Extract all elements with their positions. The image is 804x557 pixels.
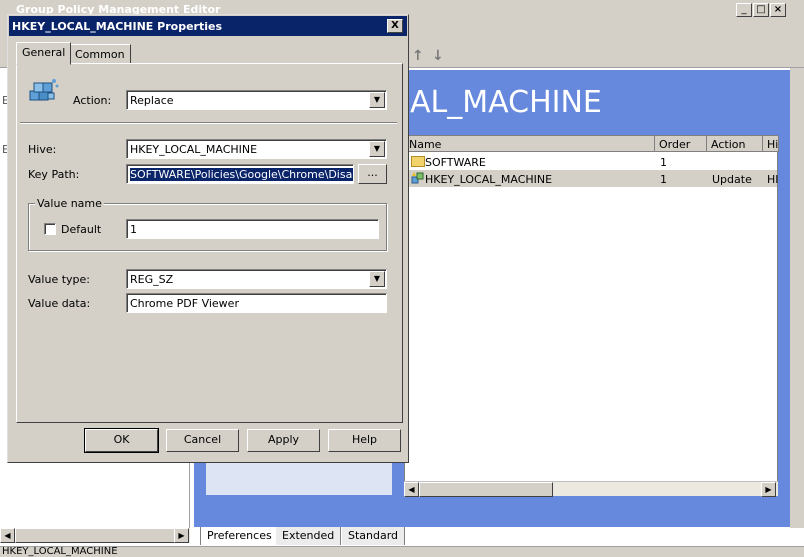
scroll-left-icon[interactable]: ◀: [0, 528, 15, 543]
status-bar: [0, 546, 804, 557]
hive-select[interactable]: HKEY_LOCAL_MACHINE ▼: [126, 139, 387, 159]
value-name-group-label: Value name: [35, 197, 104, 210]
tab-common[interactable]: Common: [69, 44, 131, 64]
column-header-action[interactable]: Action: [707, 136, 763, 152]
help-button[interactable]: Help: [328, 429, 401, 452]
list-item-order: 1: [660, 156, 667, 169]
move-down-icon[interactable]: ↓: [432, 48, 444, 64]
details-heading: AL_MACHINE: [410, 85, 602, 120]
browse-button[interactable]: ...: [358, 164, 387, 184]
value-data-label: Value data:: [28, 297, 91, 310]
move-up-icon[interactable]: ↑: [412, 48, 424, 64]
list-horizontal-scrollbar[interactable]: ◀ ▶: [404, 481, 778, 497]
list-item-order: 1: [660, 173, 667, 186]
scroll-left-icon[interactable]: ◀: [404, 482, 419, 497]
window-close-icon[interactable]: ×: [770, 3, 786, 17]
tab-standard[interactable]: Standard: [342, 527, 406, 545]
maximize-icon[interactable]: □: [753, 3, 769, 17]
dialog-title-bar: HKEY_LOCAL_MACHINE Properties X: [9, 16, 407, 36]
keypath-label: Key Path:: [28, 168, 80, 181]
dropdown-arrow-icon[interactable]: ▼: [369, 92, 385, 108]
separator: [20, 122, 397, 124]
value-data-input[interactable]: Chrome PDF Viewer: [126, 293, 387, 313]
registry-item-icon: [411, 172, 424, 184]
keypath-value: SOFTWARE\Policies\Google\Chrome\Disabled…: [130, 168, 353, 181]
scroll-right-icon[interactable]: ▶: [761, 482, 776, 497]
properties-dialog: HKEY_LOCAL_MACHINE Properties X General …: [7, 14, 409, 463]
action-label: Action:: [73, 94, 112, 107]
tab-extended[interactable]: Extended: [276, 527, 342, 545]
value-type-label: Value type:: [28, 273, 90, 286]
column-header-hive[interactable]: Hi: [763, 136, 779, 152]
list-item-action: Update: [712, 173, 752, 186]
registry-list: Name Order Action Hi SOFTWARE 1 HKEY_LOC…: [404, 135, 779, 495]
ok-button[interactable]: OK: [84, 428, 159, 453]
value-data-value: Chrome PDF Viewer: [130, 297, 239, 310]
default-label: Default: [61, 223, 102, 236]
column-header-name[interactable]: Name: [405, 136, 655, 152]
cancel-button[interactable]: Cancel: [166, 429, 239, 452]
value-type-select[interactable]: REG_SZ ▼: [126, 269, 387, 289]
dialog-title: HKEY_LOCAL_MACHINE Properties: [12, 20, 222, 33]
tab-general[interactable]: General: [16, 42, 72, 65]
view-tabs: Preferences Extended Standard: [194, 527, 790, 545]
value-name-value: 1: [130, 223, 137, 236]
close-icon[interactable]: X: [387, 19, 403, 33]
list-item[interactable]: SOFTWARE 1: [405, 153, 777, 170]
keypath-input[interactable]: SOFTWARE\Policies\Google\Chrome\Disabled…: [126, 164, 354, 184]
status-text: HKEY_LOCAL_MACHINE: [2, 546, 118, 557]
scroll-thumb[interactable]: [419, 482, 553, 497]
right-edge-panel: [790, 68, 804, 528]
action-select[interactable]: Replace ▼: [126, 90, 387, 110]
hive-label: Hive:: [28, 143, 57, 156]
dropdown-arrow-icon[interactable]: ▼: [369, 141, 385, 157]
dropdown-arrow-icon[interactable]: ▼: [369, 271, 385, 287]
tree-horizontal-scrollbar[interactable]: ◀ ▶: [0, 528, 190, 543]
list-item[interactable]: HKEY_LOCAL_MACHINE 1 Update HI: [405, 170, 779, 187]
default-checkbox[interactable]: [44, 223, 56, 235]
value-type-value: REG_SZ: [130, 273, 174, 286]
tab-preferences[interactable]: Preferences: [200, 527, 279, 545]
list-item-name: SOFTWARE: [425, 156, 486, 169]
action-value: Replace: [130, 94, 174, 107]
list-item-name: HKEY_LOCAL_MACHINE: [425, 173, 553, 186]
scroll-thumb[interactable]: [15, 528, 175, 543]
hive-value: HKEY_LOCAL_MACHINE: [130, 143, 258, 156]
scroll-right-icon[interactable]: ▶: [174, 528, 189, 543]
value-name-input[interactable]: 1: [126, 219, 379, 239]
folder-icon: [411, 156, 425, 167]
registry-cubes-icon: [29, 79, 59, 101]
minimize-icon[interactable]: _: [736, 3, 752, 17]
list-item-hive: HI: [767, 173, 779, 186]
apply-button[interactable]: Apply: [247, 429, 320, 452]
column-header-order[interactable]: Order: [655, 136, 707, 152]
